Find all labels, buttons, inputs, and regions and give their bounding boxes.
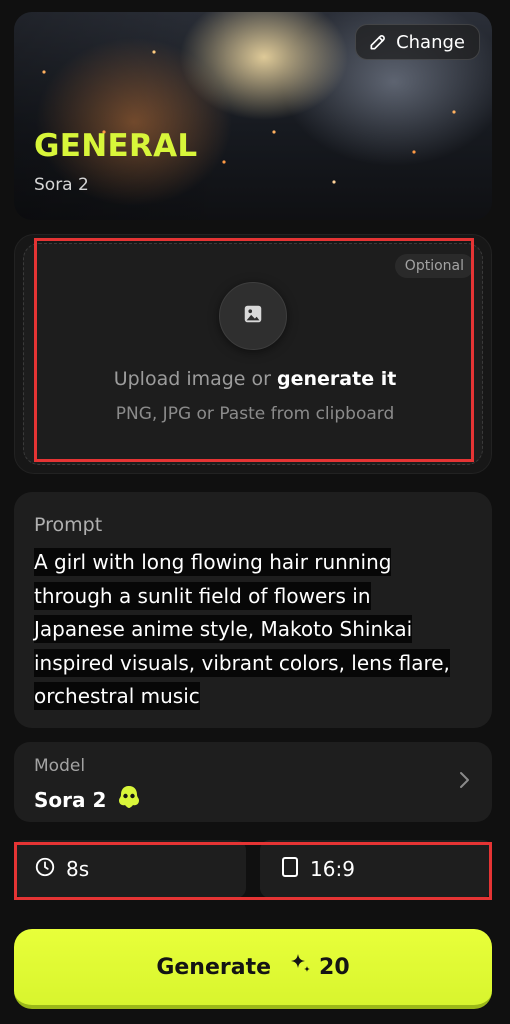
duration-value: 8s [66,857,90,881]
pencil-icon [368,32,388,52]
credit-cost-value: 20 [319,954,350,980]
generate-image-link[interactable]: generate it [277,368,396,390]
style-preview-card: Change GENERAL Sora 2 [14,12,492,220]
change-label: Change [396,31,465,53]
video-settings-row: 8s 16:9 [14,840,492,900]
model-name: Sora 2 [34,787,107,812]
generate-label: Generate [156,954,272,980]
model-value-row: Sora 2 [34,784,142,815]
model-label: Model [34,756,86,776]
aspect-ratio-selector[interactable]: 16:9 [260,840,492,898]
prompt-label: Prompt [34,514,103,536]
sparkle-icon [287,951,313,983]
style-model-subtitle: Sora 2 [34,175,89,195]
chevron-right-icon [458,770,470,794]
prompt-text: A girl with long flowing hair running th… [34,548,450,710]
prompt-card[interactable]: Prompt A girl with long flowing hair run… [14,492,492,728]
upload-instruction: Upload image or generate it [0,368,510,390]
model-badge-icon [116,784,142,815]
model-selector[interactable]: Model Sora 2 [14,742,492,822]
change-style-button[interactable]: Change [355,24,480,60]
image-icon [242,303,264,329]
upload-formats-text: PNG, JPG or Paste from clipboard [115,404,395,424]
upload-image-button[interactable] [219,282,287,350]
prompt-textarea[interactable]: A girl with long flowing hair running th… [34,546,464,714]
upload-prefix-text: Upload image or [113,368,278,390]
clock-icon [34,856,56,883]
aspect-ratio-value: 16:9 [310,857,355,881]
duration-selector[interactable]: 8s [14,840,246,898]
style-title: GENERAL [34,128,198,164]
generate-button[interactable]: Generate 20 [14,929,492,1009]
credit-cost: 20 [287,951,350,983]
aspect-ratio-icon [280,855,300,884]
page: Change GENERAL Sora 2 Optional Upload im… [0,0,510,1024]
optional-badge: Optional [394,254,474,278]
